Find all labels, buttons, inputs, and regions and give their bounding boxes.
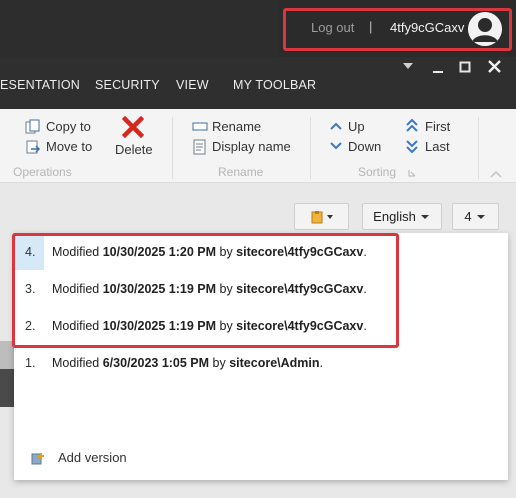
top-bar-left [0,0,278,57]
move-to-icon [26,140,41,154]
ribbon-divider [310,117,311,179]
avatar[interactable] [468,12,502,46]
clipboard-icon [311,210,333,223]
operations-group-label: Operations [13,165,72,179]
user-avatar-icon [468,12,502,46]
tab-presentation[interactable]: ESENTATION [0,78,80,92]
sort-first-button[interactable]: First [425,119,450,134]
username[interactable]: 4tfy9cGCaxv [390,20,464,35]
sorting-group-label: Sorting [358,165,397,179]
rename-group-label: Rename [218,165,264,179]
sort-up-button[interactable]: Up [348,119,365,134]
display-name-button[interactable]: Display name [212,139,291,154]
first-arrow-icon [406,118,418,132]
ribbon-divider [172,117,173,179]
move-to-button[interactable]: Move to [46,139,92,154]
language-value: English [373,209,416,224]
copy-to-icon [25,119,40,134]
rename-button[interactable]: Rename [212,119,261,134]
tab-view[interactable]: VIEW [176,78,209,92]
down-arrow-icon [330,142,342,150]
version-dropdown[interactable]: 4 [452,203,499,230]
add-version-icon [31,453,44,465]
delete-icon [122,116,144,138]
add-version-button[interactable]: Add version [58,450,127,465]
close-icon[interactable] [488,60,501,73]
version-value: 4 [464,209,472,224]
sort-down-button[interactable]: Down [348,139,381,154]
last-arrow-icon [406,140,418,154]
maximize-icon[interactable] [459,61,471,73]
ribbon-divider [478,117,479,179]
collapse-triangle-icon[interactable] [403,63,413,71]
minimize-icon[interactable] [432,62,444,74]
rename-icon [192,122,208,131]
delete-button[interactable]: Delete [115,142,153,157]
ribbon-collapse-icon[interactable] [490,170,502,178]
tab-my-toolbar[interactable]: MY TOOLBAR [233,78,316,92]
copy-to-button[interactable]: Copy to [46,119,91,134]
tab-security[interactable]: SECURITY [95,78,160,92]
language-dropdown[interactable]: English [362,203,442,230]
header-separator: | [369,19,373,34]
background-strip [0,369,14,407]
chevron-down-icon [476,214,485,219]
version-number: 1. [25,356,36,370]
display-name-icon [193,139,206,155]
logout-link[interactable]: Log out [311,20,354,35]
dialog-launcher-icon[interactable] [408,169,416,177]
version-row-1[interactable]: 1. Modified 6/30/2023 1:05 PM by sitecor… [14,344,508,381]
sort-last-button[interactable]: Last [425,139,450,154]
version-description: Modified 6/30/2023 1:05 PM by sitecore\A… [52,356,324,370]
clipboard-dropdown-button[interactable] [294,203,349,230]
up-arrow-icon [330,122,342,130]
background-strip [0,407,14,498]
chevron-down-icon [420,214,429,219]
versions-highlight-box [12,233,399,348]
